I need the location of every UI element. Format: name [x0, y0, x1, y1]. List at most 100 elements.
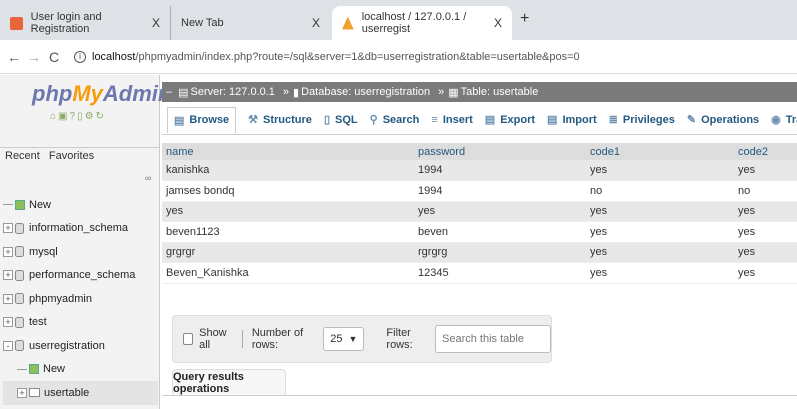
tree-item-mysql[interactable]: + mysql	[3, 240, 158, 264]
tab-user-login[interactable]: User login and Registration X	[0, 6, 170, 40]
column-header-name[interactable]: name	[162, 143, 414, 160]
site-info-icon[interactable]: i	[74, 50, 86, 63]
cell[interactable]: Beven_Kanishka	[162, 262, 414, 284]
cell[interactable]: yes	[162, 201, 414, 222]
docs-icon[interactable]: ▯	[77, 111, 85, 122]
expand-icon[interactable]: +	[3, 223, 13, 234]
table-row[interactable]: yes yes yes yes	[162, 201, 797, 222]
link-with-main-icon[interactable]: ∞	[145, 173, 151, 183]
cell[interactable]: 1994	[414, 160, 586, 181]
cell[interactable]: yes	[586, 242, 734, 263]
filter-rows-input[interactable]	[435, 325, 551, 353]
expand-icon[interactable]: +	[3, 270, 13, 281]
cell[interactable]: yes	[734, 242, 797, 263]
cell[interactable]: no	[734, 180, 797, 202]
table-row[interactable]: grgrgr rgrgrg yes yes	[162, 242, 797, 263]
sidebar-quick-icons[interactable]: ⌂▣?▯⚙↻	[50, 111, 106, 122]
tree-item-new-table[interactable]: New	[3, 358, 158, 382]
url-field[interactable]: i localhost/phpmyadmin/index.php?route=/…	[74, 50, 580, 63]
server-icon: ▤	[178, 86, 189, 99]
cell[interactable]: rgrgrg	[414, 242, 586, 263]
new-tab-button[interactable]: +	[520, 10, 529, 28]
table-icon: ▦	[448, 86, 459, 99]
back-icon[interactable]: ←	[4, 49, 24, 65]
table-row[interactable]: kanishka 1994 yes yes	[162, 160, 797, 181]
favorites-tab[interactable]: Favorites	[49, 150, 94, 162]
tab-sql[interactable]: ▯ SQL	[324, 113, 358, 127]
table-row[interactable]: Beven_Kanishka 12345 yes yes	[162, 262, 797, 284]
tab-structure[interactable]: ⚒ Structure	[248, 113, 312, 127]
tab-insert[interactable]: ≡ Insert	[431, 114, 472, 126]
tree-item-usertable[interactable]: + usertable	[3, 381, 158, 405]
cell[interactable]: 12345	[414, 262, 586, 284]
rows-per-page-select[interactable]: 25 ▼	[323, 327, 365, 351]
main-panel: – ▤ Server: 127.0.0.1 » ▮ Database: user…	[162, 75, 797, 409]
cell[interactable]: beven	[414, 221, 586, 243]
collapse-icon[interactable]: -	[3, 340, 13, 351]
help-icon[interactable]: ?	[70, 111, 78, 122]
breadcrumb-table[interactable]: Table: usertable	[461, 86, 539, 98]
reload-nav-icon[interactable]: ↻	[96, 111, 106, 122]
tab-phpmyadmin[interactable]: localhost / 127.0.0.1 / userregist X	[332, 6, 512, 40]
show-all-checkbox[interactable]	[183, 333, 194, 345]
tree-item-performance-schema[interactable]: + performance_schema	[3, 264, 158, 288]
expand-icon[interactable]: +	[17, 387, 27, 398]
home-icon[interactable]: ⌂	[50, 111, 58, 122]
collapse-icon[interactable]: –	[166, 86, 172, 98]
cell[interactable]: yes	[734, 160, 797, 181]
reload-icon[interactable]: C	[44, 49, 64, 65]
breadcrumb-database[interactable]: Database: userregistration	[301, 86, 430, 98]
database-icon: ▮	[293, 86, 300, 99]
logout-icon[interactable]: ▣	[58, 111, 69, 122]
expand-icon[interactable]: +	[3, 293, 13, 304]
address-bar: ← → C i localhost/phpmyadmin/index.php?r…	[0, 40, 797, 74]
table-row[interactable]: jamses bondq 1994 no no	[162, 180, 797, 202]
tab-export[interactable]: ▤ Export	[485, 113, 535, 127]
search-icon: ⚲	[369, 114, 378, 126]
forward-icon[interactable]: →	[24, 49, 44, 65]
close-tab-icon[interactable]: X	[312, 16, 320, 30]
column-header-code2[interactable]: code2	[734, 143, 797, 160]
column-header-password[interactable]: password	[414, 143, 586, 160]
cell[interactable]: yes	[734, 262, 797, 284]
cell[interactable]: kanishka	[162, 160, 414, 181]
breadcrumb-server[interactable]: Server: 127.0.0.1	[191, 86, 275, 98]
cell[interactable]: 1994	[414, 180, 586, 202]
url-host: localhost	[92, 50, 136, 63]
tree-item-phpmyadmin[interactable]: + phpmyadmin	[3, 287, 158, 311]
expand-icon[interactable]: +	[3, 246, 13, 257]
column-header-code1[interactable]: code1	[586, 143, 734, 160]
tab-browse[interactable]: ▤ Browse	[167, 106, 237, 133]
close-tab-icon[interactable]: X	[152, 16, 160, 30]
cell[interactable]: yes	[586, 160, 734, 181]
cell[interactable]: no	[586, 180, 734, 202]
tree-item-userregistration[interactable]: - userregistration	[3, 334, 158, 358]
cell[interactable]: yes	[586, 221, 734, 243]
settings-icon[interactable]: ⚙	[85, 111, 96, 122]
cell[interactable]: yes	[586, 201, 734, 222]
cell[interactable]: beven1123	[162, 221, 414, 243]
database-icon	[15, 316, 24, 328]
tab-search[interactable]: ⚲ Search	[369, 113, 420, 127]
tree-item-test[interactable]: + test	[3, 311, 158, 335]
tab-new-tab[interactable]: New Tab X	[170, 6, 330, 40]
database-icon	[15, 246, 24, 258]
tab-privileges[interactable]: ≣ Privileges	[609, 113, 675, 127]
cell[interactable]: yes	[586, 262, 734, 284]
tab-tracking[interactable]: ◉Tracking	[771, 113, 797, 127]
recent-tab[interactable]: Recent	[5, 150, 40, 162]
tree-item-information-schema[interactable]: + information_schema	[3, 217, 158, 241]
expand-icon[interactable]: +	[3, 317, 13, 328]
query-results-operations-tab[interactable]: Query results operations	[172, 369, 286, 395]
cell[interactable]: grgrgr	[162, 242, 414, 263]
close-tab-icon[interactable]: X	[494, 16, 502, 30]
cell[interactable]: jamses bondq	[162, 180, 414, 202]
cell[interactable]: yes	[734, 201, 797, 222]
tree-item-new[interactable]: New	[3, 193, 158, 217]
tab-operations[interactable]: ✎ Operations	[687, 113, 759, 127]
cell[interactable]: yes	[734, 221, 797, 243]
phpmyadmin-logo[interactable]: phpMyAdmin	[32, 81, 171, 107]
tab-import[interactable]: ▤ Import	[547, 113, 597, 127]
table-row[interactable]: beven1123 beven yes yes	[162, 221, 797, 243]
cell[interactable]: yes	[414, 201, 586, 222]
